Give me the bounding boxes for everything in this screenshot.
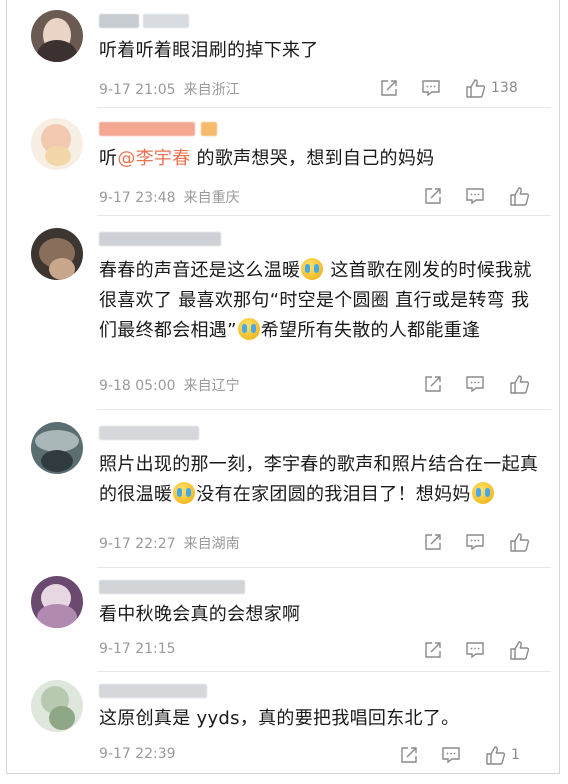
comment-item: 听着听着眼泪刷的掉下来了 9-17 21:05 来自浙江 138 (7, 0, 559, 108)
comment-date: 9-17 22:27 (99, 536, 176, 552)
comment-date: 9-17 21:05 (99, 82, 176, 98)
comment-date: 9-17 22:39 (99, 746, 176, 762)
comment-meta: 9-17 22:27 来自湖南 (99, 533, 240, 553)
comment-actions (423, 639, 539, 661)
share-button[interactable] (399, 744, 419, 766)
comment-button[interactable] (465, 185, 485, 207)
like-button[interactable]: 1 (485, 744, 520, 766)
comment-button[interactable] (465, 639, 485, 661)
comment-actions (423, 531, 539, 553)
share-icon (425, 188, 441, 204)
comment-location: 来自辽宁 (183, 378, 240, 394)
avatar[interactable] (31, 118, 83, 170)
thumbs-up-icon (510, 640, 530, 660)
like-button[interactable] (509, 639, 535, 661)
avatar[interactable] (31, 10, 83, 62)
comment-icon (466, 642, 484, 659)
username[interactable] (99, 426, 199, 440)
comment-meta: 9-17 21:05 来自浙江 (99, 79, 240, 99)
comment-meta: 9-17 22:39 (99, 746, 176, 762)
avatar[interactable] (31, 576, 83, 628)
like-button[interactable] (509, 185, 535, 207)
username[interactable] (99, 580, 245, 594)
comment-text-part: 的歌声想哭，想到自己的妈妈 (190, 148, 435, 169)
comment-date: 9-17 23:48 (99, 190, 176, 206)
comment-item: 这原创真是 yyds，真的要把我唱回东北了。 9-17 22:39 1 (7, 672, 559, 773)
comment-text: 看中秋晚会真的会想家啊 (99, 600, 539, 630)
comment-actions: 138 (379, 77, 539, 99)
comment-text: 照片出现的那一刻，李宇春的歌声和照片结合在一起真的很温暖 没有在家团圆的我泪目了！… (99, 450, 539, 510)
comment-text-part: 春春的声音还是这么温暖 (99, 260, 301, 281)
comment-location: 来自浙江 (183, 82, 240, 98)
comment-list: 听着听着眼泪刷的掉下来了 9-17 21:05 来自浙江 138 听@李宇春 的… (6, 0, 560, 774)
comment-icon (422, 80, 440, 97)
comment-actions: 1 (399, 744, 539, 766)
share-button[interactable] (423, 373, 443, 395)
share-icon (425, 642, 441, 658)
share-icon (401, 747, 417, 763)
share-icon (381, 80, 397, 96)
comment-date: 9-17 21:15 (99, 641, 176, 657)
comment-item: 春春的声音还是这么温暖 这首歌在刚发的时候我就很喜欢了 最喜欢那句“时空是个圆圈… (7, 216, 559, 410)
comment-date: 9-18 05:00 (99, 378, 176, 394)
comment-actions (423, 185, 539, 207)
comment-icon (466, 188, 484, 205)
comment-icon (442, 747, 460, 764)
comment-meta: 9-17 23:48 来自重庆 (99, 187, 240, 207)
share-button[interactable] (423, 639, 443, 661)
comment-text: 春春的声音还是这么温暖 这首歌在刚发的时候我就很喜欢了 最喜欢那句“时空是个圆圈… (99, 256, 539, 346)
crying-emoji-icon (173, 482, 196, 504)
thumbs-up-icon (510, 186, 530, 206)
like-button[interactable] (509, 531, 535, 553)
comment-actions (423, 373, 539, 395)
comment-item: 看中秋晚会真的会想家啊 9-17 21:15 (7, 568, 559, 672)
like-count: 138 (491, 80, 518, 96)
comment-button[interactable] (441, 744, 461, 766)
crying-emoji-icon (301, 258, 324, 280)
username[interactable] (99, 14, 189, 28)
thumbs-up-icon (486, 745, 506, 765)
comment-location: 来自重庆 (183, 190, 240, 206)
comment-icon (466, 376, 484, 393)
share-button[interactable] (423, 531, 443, 553)
comment-meta: 9-17 21:15 (99, 641, 176, 657)
share-icon (425, 376, 441, 392)
comment-text-part: 没有在家团圆的我泪目了！想妈妈 (196, 484, 471, 505)
username[interactable] (99, 232, 221, 246)
avatar[interactable] (31, 228, 83, 280)
comment-text-part: 听 (99, 148, 118, 169)
like-button[interactable] (509, 373, 535, 395)
share-button[interactable] (423, 185, 443, 207)
share-button[interactable] (379, 77, 399, 99)
comment-location: 来自湖南 (183, 536, 240, 552)
comment-icon (466, 534, 484, 551)
comment-text-part: 希望所有失散的人都能重逢 (260, 320, 481, 341)
username[interactable] (99, 684, 207, 698)
comment-button[interactable] (421, 77, 441, 99)
comment-text: 这原创真是 yyds，真的要把我唱回东北了。 (99, 704, 539, 734)
comment-text-part: 看中秋晚会真的会想家啊 (99, 604, 301, 625)
crying-emoji-icon (471, 482, 494, 504)
comment-item: 听@李宇春 的歌声想哭，想到自己的妈妈 9-17 23:48 来自重庆 (7, 108, 559, 216)
thumbs-up-icon (510, 532, 530, 552)
comment-text: 听@李宇春 的歌声想哭，想到自己的妈妈 (99, 144, 539, 174)
comment-text-part: 听着听着眼泪刷的掉下来了 (99, 40, 319, 61)
username[interactable] (99, 122, 219, 136)
thumbs-up-icon (510, 374, 530, 394)
share-icon (425, 534, 441, 550)
avatar[interactable] (31, 680, 83, 732)
comment-text: 听着听着眼泪刷的掉下来了 (99, 36, 539, 66)
thumbs-up-icon (466, 78, 486, 98)
like-button[interactable]: 138 (465, 77, 518, 99)
comment-text-part: 这原创真是 yyds，真的要把我唱回东北了。 (99, 708, 460, 729)
comment-button[interactable] (465, 531, 485, 553)
avatar[interactable] (31, 422, 83, 474)
crying-emoji-icon (237, 318, 260, 340)
comment-meta: 9-18 05:00 来自辽宁 (99, 375, 240, 395)
mention-link[interactable]: @李宇春 (117, 148, 190, 169)
comment-button[interactable] (465, 373, 485, 395)
comment-item: 照片出现的那一刻，李宇春的歌声和照片结合在一起真的很温暖 没有在家团圆的我泪目了！… (7, 410, 559, 568)
like-count: 1 (511, 747, 520, 763)
